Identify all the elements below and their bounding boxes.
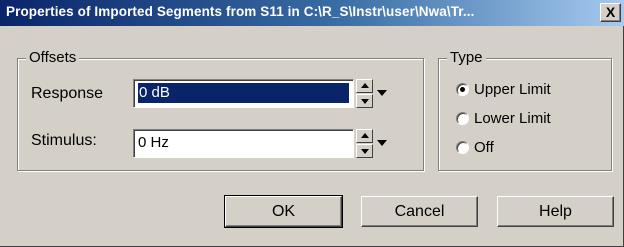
lower-limit-label: Lower Limit xyxy=(474,110,551,127)
stimulus-spin-up-button[interactable] xyxy=(356,129,373,143)
response-value: 0 dB xyxy=(138,83,349,103)
offsets-legend: Offsets xyxy=(26,49,80,67)
arrow-down-icon xyxy=(361,99,369,104)
dropdown-arrow-icon xyxy=(377,140,387,146)
help-button[interactable]: Help xyxy=(497,196,614,227)
response-unit-dropdown[interactable] xyxy=(375,79,389,108)
title-bar[interactable]: Properties of Imported Segments from S11… xyxy=(0,0,624,26)
radio-button-icon xyxy=(456,112,469,125)
type-legend: Type xyxy=(447,49,486,67)
stimulus-label: Stimulus: xyxy=(31,132,97,149)
stimulus-unit-dropdown[interactable] xyxy=(375,129,389,158)
ok-button[interactable]: OK xyxy=(224,195,343,228)
response-spinner[interactable] xyxy=(356,79,373,108)
close-button[interactable]: X xyxy=(600,3,621,22)
arrow-up-icon xyxy=(361,83,369,88)
properties-dialog: Properties of Imported Segments from S11… xyxy=(0,0,624,247)
arrow-down-icon xyxy=(361,149,369,154)
response-input[interactable]: 0 dB xyxy=(133,79,354,108)
stimulus-value: 0 Hz xyxy=(138,134,169,151)
upper-limit-label: Upper Limit xyxy=(474,81,551,98)
response-label: Response xyxy=(31,85,104,102)
cancel-button[interactable]: Cancel xyxy=(361,196,478,227)
response-spin-up-button[interactable] xyxy=(356,79,373,93)
response-spin-down-button[interactable] xyxy=(356,94,373,108)
dropdown-arrow-icon xyxy=(377,90,387,96)
off-label: Off xyxy=(474,139,494,156)
radio-selected-dot xyxy=(460,87,465,92)
stimulus-input[interactable]: 0 Hz xyxy=(133,129,354,158)
window-title: Properties of Imported Segments from S11… xyxy=(6,4,475,19)
radio-button-icon xyxy=(456,83,469,96)
stimulus-spinner[interactable] xyxy=(356,129,373,158)
stimulus-spin-down-button[interactable] xyxy=(356,144,373,158)
radio-button-icon xyxy=(456,141,469,154)
arrow-up-icon xyxy=(361,133,369,138)
